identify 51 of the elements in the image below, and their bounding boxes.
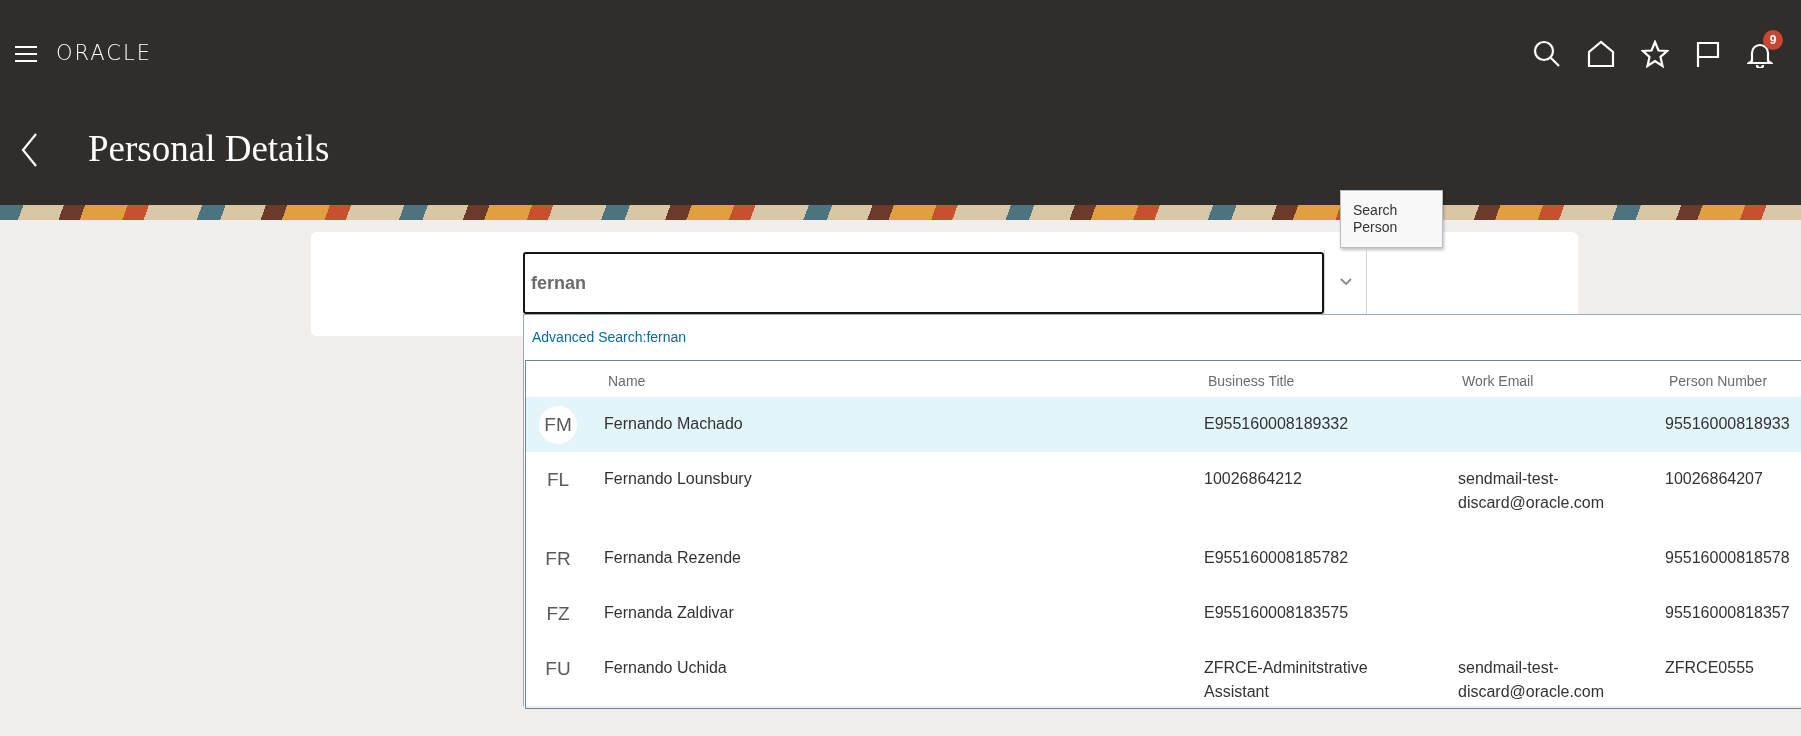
person-name: Fernanda Rezende	[604, 549, 741, 566]
avatar: FU	[544, 657, 572, 681]
person-number: ZFRCE0555	[1665, 659, 1754, 676]
business-title: ZFRCE-Adminitstrative Assistant	[1204, 659, 1368, 700]
page-title: Personal Details	[87, 127, 330, 172]
menu-button[interactable]	[14, 45, 38, 63]
search-icon	[1533, 40, 1561, 68]
flag-icon	[1695, 40, 1721, 68]
back-icon	[20, 131, 38, 168]
advanced-search-link[interactable]: Advanced Search:fernan	[524, 315, 695, 360]
chevron-down-icon	[1338, 277, 1353, 287]
column-header: Business Title	[1208, 373, 1295, 389]
avatar: FR	[544, 547, 572, 571]
avatar: FL	[545, 468, 571, 492]
person-name: Fernanda Zaldivar	[604, 604, 734, 621]
column-header: Person Number	[1669, 373, 1768, 389]
result-row[interactable]: FU Fernando Uchida ZFRCE-Adminitstrative Assistant sendmail-test-discard@oracle.com ZFRCE0555	[526, 641, 1801, 720]
work-email: sendmail-test-discard@oracle.com	[1458, 659, 1605, 700]
search-button[interactable]	[1533, 40, 1561, 68]
brand-logo: ORACLE	[56, 40, 152, 68]
person-name: Fernando Lounsbury	[604, 470, 752, 487]
home-button[interactable]	[1587, 40, 1615, 68]
favorites-button[interactable]	[1641, 40, 1669, 68]
tooltip: Search Person	[1340, 190, 1443, 248]
back-button[interactable]	[20, 131, 38, 168]
column-header: Work Email	[1462, 373, 1534, 389]
business-title: E955160008189332	[1204, 415, 1349, 432]
search-field[interactable]: fernan	[523, 252, 1324, 314]
result-row[interactable]: FR Fernanda Rezende E955160008185782 95516000818578	[526, 531, 1801, 586]
result-row[interactable]: FL Fernando Lounsbury 10026864212 sendmail-test-discard@oracle.com 10026864207	[526, 452, 1801, 531]
star-icon	[1641, 40, 1669, 68]
business-title: E955160008183575	[1204, 604, 1349, 621]
person-number: 95516000818578	[1665, 549, 1790, 566]
menu-icon	[14, 45, 38, 63]
person-name: Fernando Uchida	[604, 659, 727, 676]
person-number: 95516000818357	[1665, 604, 1790, 621]
notifications-button[interactable]: 9	[1747, 30, 1783, 68]
work-email: sendmail-test-discard@oracle.com	[1458, 470, 1605, 511]
person-number: 95516000818933	[1665, 415, 1790, 432]
column-header: Name	[608, 373, 646, 389]
home-icon	[1587, 40, 1615, 68]
business-title: E955160008185782	[1204, 549, 1349, 566]
business-title: 10026864212	[1204, 470, 1302, 487]
result-row[interactable]: FM Fernando Machado E955160008189332 95516000818933	[526, 397, 1801, 452]
person-number: 10026864207	[1665, 470, 1763, 487]
avatar: FM	[539, 406, 577, 444]
result-row[interactable]: FZ Fernanda Zaldivar E955160008183575 95516000818357	[526, 586, 1801, 641]
flag-button[interactable]	[1695, 40, 1721, 68]
notification-badge: 9	[1763, 30, 1783, 50]
person-name: Fernando Machado	[604, 415, 743, 432]
avatar: FZ	[545, 602, 571, 626]
